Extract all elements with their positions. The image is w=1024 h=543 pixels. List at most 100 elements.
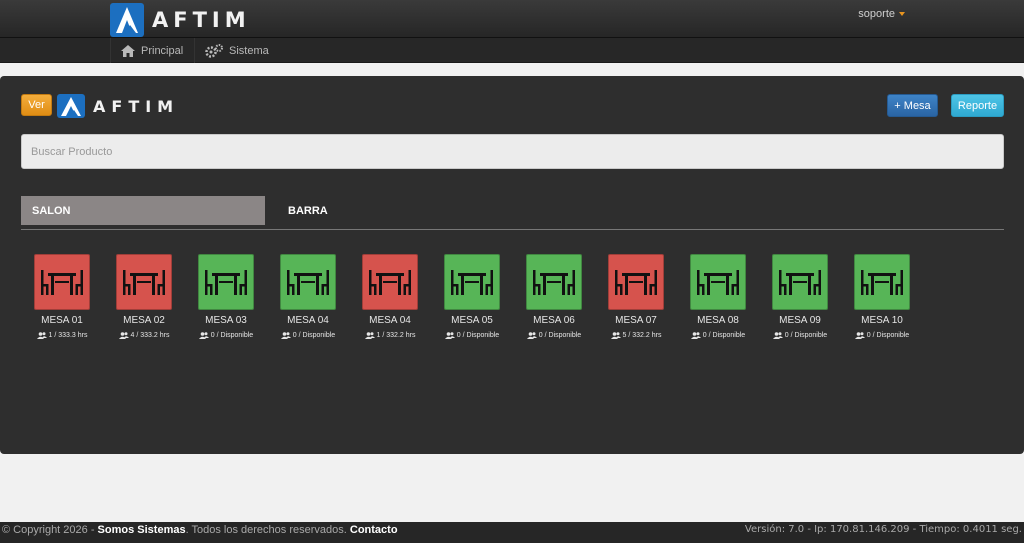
user-name: soporte xyxy=(858,8,895,20)
mesa-tile[interactable] xyxy=(444,254,500,310)
home-icon xyxy=(121,44,135,57)
dining-table-icon xyxy=(779,270,821,295)
users-icon xyxy=(690,332,701,339)
panel-logo: AFTIM xyxy=(57,94,179,118)
dining-table-icon xyxy=(533,270,575,295)
mesa-info-text: 4 / 333.2 hrs xyxy=(130,332,170,339)
mesa-card[interactable]: MESA 08 0 / Disponible xyxy=(677,254,759,339)
top-navbar: AFTIM soporte xyxy=(0,0,1024,38)
mesa-tile[interactable] xyxy=(34,254,90,310)
mesa-info: 0 / Disponible xyxy=(513,332,595,339)
users-icon xyxy=(364,332,375,339)
mesa-info-text: 0 / Disponible xyxy=(210,332,254,339)
dining-table-icon xyxy=(287,270,329,295)
main-panel: Ver AFTIM + Mesa Reporte SALON BARRA MES… xyxy=(0,76,1024,454)
users-icon xyxy=(444,332,455,339)
dining-table-icon xyxy=(615,270,657,295)
mesa-tile[interactable] xyxy=(280,254,336,310)
mesa-tile[interactable] xyxy=(198,254,254,310)
mesa-card[interactable]: MESA 04 1 / 332.2 hrs xyxy=(349,254,431,339)
dining-table-icon xyxy=(697,270,739,295)
mesa-tile[interactable] xyxy=(772,254,828,310)
mesa-card[interactable]: MESA 10 0 / Disponible xyxy=(841,254,923,339)
footer-meta: Versión: 7.0 - Ip: 170.81.146.209 - Tiem… xyxy=(744,524,1022,535)
mesa-tile[interactable] xyxy=(690,254,746,310)
mesa-card[interactable]: MESA 05 0 / Disponible xyxy=(431,254,513,339)
mesa-tile[interactable] xyxy=(526,254,582,310)
mesa-info: 0 / Disponible xyxy=(759,332,841,339)
menu-item-label: Sistema xyxy=(229,44,269,57)
users-icon xyxy=(198,332,209,339)
mesa-info-text: 0 / Disponible xyxy=(866,332,910,339)
mesa-tile[interactable] xyxy=(116,254,172,310)
panel-brand-name: AFTIM xyxy=(93,96,180,116)
mesa-info: 0 / Disponible xyxy=(677,332,759,339)
search-input[interactable] xyxy=(21,134,1004,169)
mesa-info-text: 0 / Disponible xyxy=(292,332,336,339)
users-icon xyxy=(118,332,129,339)
users-icon xyxy=(772,332,783,339)
mesa-info-text: 0 / Disponible xyxy=(456,332,500,339)
mesa-card[interactable]: MESA 02 4 / 333.2 hrs xyxy=(103,254,185,339)
dining-table-icon xyxy=(861,270,903,295)
mesa-info-text: 0 / Disponible xyxy=(702,332,746,339)
dining-table-icon xyxy=(123,270,165,295)
mesa-name: MESA 10 xyxy=(861,315,903,326)
area-tabs: SALON BARRA xyxy=(21,196,1004,230)
dining-table-icon xyxy=(451,270,493,295)
menu-item-principal[interactable]: Principal xyxy=(110,38,193,63)
mesa-name: MESA 07 xyxy=(615,315,657,326)
company-link[interactable]: Somos Sistemas xyxy=(98,524,186,536)
brand-name: AFTIM xyxy=(152,8,251,32)
brand-logo[interactable]: AFTIM xyxy=(110,3,251,37)
reporte-button[interactable]: Reporte xyxy=(951,94,1004,117)
mesa-tile[interactable] xyxy=(854,254,910,310)
mesa-name: MESA 05 xyxy=(451,315,493,326)
users-icon xyxy=(854,332,865,339)
mesa-name: MESA 01 xyxy=(41,315,83,326)
mesa-info: 0 / Disponible xyxy=(841,332,923,339)
copyright-text: © Copyright 2026 - xyxy=(2,524,98,536)
mesa-name: MESA 09 xyxy=(779,315,821,326)
mesa-name: MESA 02 xyxy=(123,315,165,326)
mesa-name: MESA 04 xyxy=(287,315,329,326)
mesa-card[interactable]: MESA 03 0 / Disponible xyxy=(185,254,267,339)
menu-item-sistema[interactable]: Sistema xyxy=(194,38,279,63)
add-mesa-button[interactable]: + Mesa xyxy=(887,94,938,117)
dining-table-icon xyxy=(205,270,247,295)
gears-icon xyxy=(205,43,223,58)
mesa-info-text: 5 / 332.2 hrs xyxy=(622,332,662,339)
footer: © Copyright 2026 - Somos Sistemas. Todos… xyxy=(0,522,1024,543)
mesa-name: MESA 08 xyxy=(697,315,739,326)
aftim-logo-icon xyxy=(110,3,144,37)
tab-barra[interactable]: BARRA xyxy=(277,196,397,225)
mesa-card[interactable]: MESA 07 5 / 332.2 hrs xyxy=(595,254,677,339)
caret-down-icon xyxy=(899,12,905,17)
mesa-card[interactable]: MESA 06 0 / Disponible xyxy=(513,254,595,339)
mesa-card[interactable]: MESA 04 0 / Disponible xyxy=(267,254,349,339)
mesa-info: 1 / 332.2 hrs xyxy=(349,332,431,339)
mesa-info-text: 1 / 333.3 hrs xyxy=(48,332,88,339)
user-menu[interactable]: soporte xyxy=(858,8,905,20)
mesa-card[interactable]: MESA 09 0 / Disponible xyxy=(759,254,841,339)
mesa-info-text: 1 / 332.2 hrs xyxy=(376,332,416,339)
ver-button[interactable]: Ver xyxy=(21,94,52,116)
mesa-grid: MESA 01 1 / 333.3 hrs MESA 02 4 / 333.2 hrs… xyxy=(0,254,1024,344)
mesa-info: 4 / 333.2 hrs xyxy=(103,332,185,339)
mesa-tile[interactable] xyxy=(362,254,418,310)
menu-item-label: Principal xyxy=(141,44,184,57)
users-icon xyxy=(526,332,537,339)
users-icon xyxy=(36,332,47,339)
users-icon xyxy=(610,332,621,339)
mesa-info: 1 / 333.3 hrs xyxy=(21,332,103,339)
mesa-name: MESA 06 xyxy=(533,315,575,326)
tab-salon[interactable]: SALON xyxy=(21,196,265,225)
mesa-tile[interactable] xyxy=(608,254,664,310)
mesa-card[interactable]: MESA 01 1 / 333.3 hrs xyxy=(21,254,103,339)
mesa-info-text: 0 / Disponible xyxy=(538,332,582,339)
footer-copyright: © Copyright 2026 - Somos Sistemas. Todos… xyxy=(2,524,398,536)
mesa-name: MESA 04 xyxy=(369,315,411,326)
mesa-info: 0 / Disponible xyxy=(267,332,349,339)
contact-link[interactable]: Contacto xyxy=(350,524,398,536)
mesa-info: 5 / 332.2 hrs xyxy=(595,332,677,339)
